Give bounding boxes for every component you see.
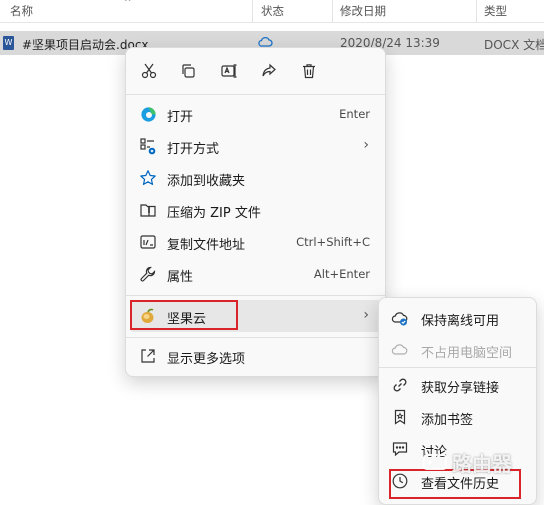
menu-item-label: 压缩为 ZIP 文件	[167, 206, 261, 221]
submenu-item-label: 不占用电脑空间	[421, 346, 513, 361]
file-type: DOCX 文档	[484, 38, 544, 52]
menu-item-copy-path[interactable]: 复制文件地址 Ctrl+Shift+C	[126, 226, 385, 258]
column-status[interactable]: 状态	[261, 3, 284, 19]
column-modified[interactable]: 修改日期	[340, 3, 386, 19]
chevron-right-icon: ›	[363, 307, 369, 323]
star-icon	[139, 169, 157, 187]
watermark: 路由器	[422, 441, 544, 483]
column-separator[interactable]	[476, 0, 477, 22]
shortcut-text: Ctrl+Shift+C	[296, 235, 370, 249]
menu-item-add-favorites[interactable]: 添加到收藏夹	[126, 162, 385, 194]
submenu-item-bookmark[interactable]: 添加书签	[379, 401, 536, 433]
submenu-item-label: 保持离线可用	[421, 314, 500, 329]
column-separator[interactable]	[252, 0, 253, 22]
menu-item-label: 打开方式	[167, 142, 220, 157]
submenu-item-label: 添加书签	[421, 413, 474, 428]
link-icon	[391, 376, 409, 394]
chat-icon	[391, 440, 409, 458]
cut-icon[interactable]	[138, 61, 160, 81]
menu-item-show-more-options[interactable]: 显示更多选项	[126, 340, 385, 372]
submenu-item-free-space[interactable]: 不占用电脑空间	[379, 334, 536, 366]
zip-folder-icon	[139, 201, 157, 219]
word-doc-icon: W	[3, 36, 14, 50]
edge-open-icon	[139, 105, 157, 123]
column-separator[interactable]	[332, 0, 333, 22]
rename-icon[interactable]	[218, 61, 240, 81]
shortcut-text: Alt+Enter	[313, 267, 370, 281]
menu-divider	[126, 94, 385, 95]
share-icon[interactable]	[258, 61, 280, 81]
menu-item-compress-zip[interactable]: 压缩为 ZIP 文件	[126, 194, 385, 226]
submenu-divider	[379, 367, 536, 368]
copy-path-icon	[139, 233, 157, 251]
highlight-box-jianguoyun	[130, 300, 238, 330]
menu-divider	[126, 337, 385, 338]
router-logo-icon	[423, 454, 447, 470]
delete-icon[interactable]	[298, 61, 320, 81]
column-name[interactable]: 名称	[10, 3, 33, 19]
column-type[interactable]: 类型	[484, 3, 507, 19]
quick-action-bar	[126, 48, 385, 94]
menu-item-label: 显示更多选项	[167, 352, 246, 367]
submenu-item-share-link[interactable]: 获取分享链接	[379, 369, 536, 401]
menu-item-label: 属性	[167, 270, 194, 285]
submenu-item-keep-offline[interactable]: 保持离线可用	[379, 302, 536, 334]
menu-divider	[126, 295, 385, 296]
bookmark-icon	[391, 408, 409, 426]
menu-item-open[interactable]: 打开 Enter	[126, 98, 385, 130]
expand-icon	[139, 347, 157, 365]
menu-item-open-with[interactable]: 打开方式 ›	[126, 130, 385, 162]
watermark-text: 路由器	[452, 451, 512, 476]
menu-item-properties[interactable]: 属性 Alt+Enter	[126, 258, 385, 290]
chevron-right-icon: ›	[363, 137, 369, 153]
menu-item-label: 添加到收藏夹	[167, 174, 246, 189]
sort-caret-icon: ^	[124, 0, 132, 8]
open-with-icon	[139, 137, 157, 155]
cloud-icon	[391, 341, 409, 359]
column-header: 名称 ^ 状态 修改日期 类型	[0, 0, 544, 23]
submenu-item-label: 获取分享链接	[421, 381, 500, 396]
shortcut-text: Enter	[339, 107, 370, 121]
copy-icon[interactable]	[177, 61, 199, 81]
menu-item-label: 打开	[167, 110, 194, 125]
cloud-check-icon	[391, 309, 409, 327]
wrench-icon	[139, 265, 157, 283]
menu-item-label: 复制文件地址	[167, 238, 246, 253]
